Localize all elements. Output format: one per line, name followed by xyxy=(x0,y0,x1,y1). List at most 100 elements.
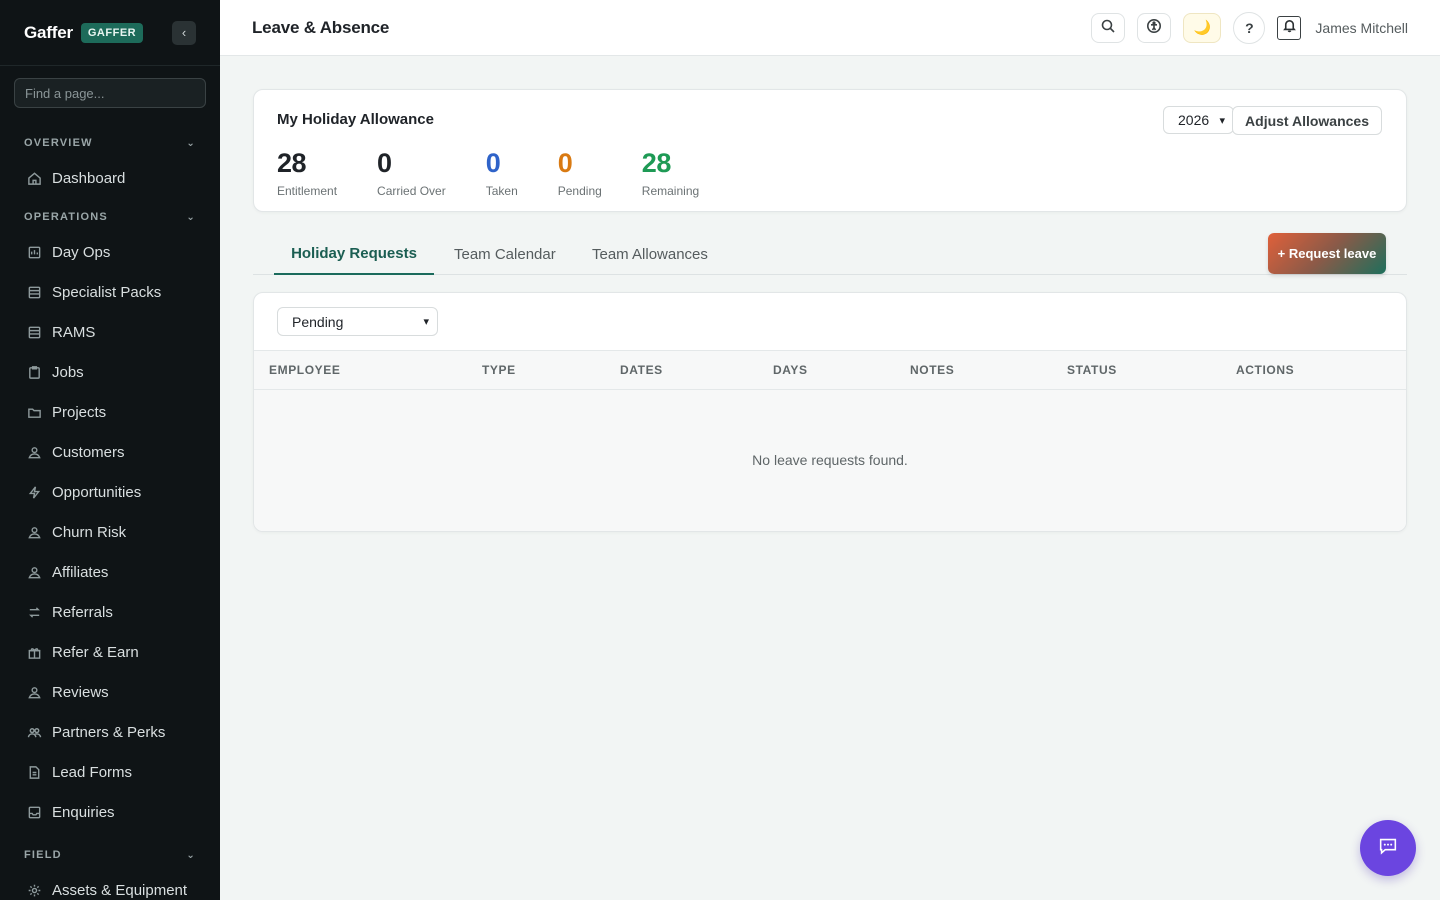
column-header-days[interactable]: DAYS xyxy=(773,351,808,389)
sidebar-item-label: Customers xyxy=(52,443,125,461)
chevron-down-icon: ⌄ xyxy=(186,849,196,861)
sidebar-item-affiliates[interactable]: Affiliates xyxy=(0,552,220,592)
column-header-actions[interactable]: ACTIONS xyxy=(1236,351,1294,389)
stat-remaining: 28 Remaining xyxy=(642,148,699,198)
stat-value: 0 xyxy=(557,148,573,178)
year-select[interactable]: 2026 ▾ xyxy=(1163,106,1234,134)
sidebar-item-label: Lead Forms xyxy=(52,763,133,781)
sidebar-item-projects[interactable]: Projects xyxy=(0,392,220,432)
sidebar-item-dashboard[interactable]: Dashboard xyxy=(0,158,220,198)
tab-team-allowances[interactable]: Team Allowances xyxy=(592,233,708,275)
accessibility-icon xyxy=(1146,18,1162,37)
column-header-dates[interactable]: DATES xyxy=(620,351,663,389)
sidebar-item-churn-risk[interactable]: Churn Risk xyxy=(0,512,220,552)
help-icon: ? xyxy=(1245,19,1254,36)
allowance-stats: 28 Entitlement 0 Carried Over 0 Taken 0 … xyxy=(277,148,739,198)
holiday-allowance-card: My Holiday Allowance 28 Entitlement 0 Ca… xyxy=(253,89,1407,212)
notifications-button[interactable] xyxy=(1277,15,1302,40)
stat-label: Entitlement xyxy=(277,184,338,198)
brand-badge: GAFFER xyxy=(80,22,144,43)
user-icon xyxy=(26,564,42,580)
section-overview: OVERVIEW ⌄ Dashboard xyxy=(0,132,220,198)
sidebar-item-label: Partners & Perks xyxy=(52,723,166,741)
help-button[interactable]: ? xyxy=(1233,11,1266,44)
column-header-status[interactable]: STATUS xyxy=(1067,351,1117,389)
section-title: OPERATIONS xyxy=(24,211,108,223)
sidebar-item-label: RAMS xyxy=(52,323,96,341)
section-field: FIELD ⌄ Assets & Equipment xyxy=(0,844,220,900)
chat-icon xyxy=(1377,835,1399,862)
page-search[interactable] xyxy=(14,78,206,108)
brand-header: Gaffer GAFFER ‹ xyxy=(0,0,220,66)
sidebar-item-label: Churn Risk xyxy=(52,523,127,541)
stat-value: 0 xyxy=(377,148,392,178)
sidebar-item-rams[interactable]: RAMS xyxy=(0,312,220,352)
pack-icon xyxy=(26,284,42,300)
column-header-notes[interactable]: NOTES xyxy=(910,351,954,389)
clipboard-icon xyxy=(26,364,42,380)
sidebar-item-day-ops[interactable]: Day Ops xyxy=(0,232,220,272)
chat-button[interactable] xyxy=(1360,820,1416,876)
tab-team-calendar[interactable]: Team Calendar xyxy=(454,233,556,275)
column-header-employee[interactable]: EMPLOYEE xyxy=(269,351,340,389)
home-icon xyxy=(26,170,42,186)
page-title: Leave & Absence xyxy=(252,17,390,37)
section-title: FIELD xyxy=(24,849,62,861)
user-icon xyxy=(26,524,42,540)
stat-carried-over: 0 Carried Over xyxy=(377,148,446,198)
leave-requests-card: Pending ▾ EMPLOYEE TYPE DATES DAYS NOTES… xyxy=(253,292,1407,532)
sidebar: Gaffer GAFFER ‹ OVERVIEW ⌄ Dashboard OPE… xyxy=(0,0,220,900)
accessibility-button[interactable] xyxy=(1137,12,1172,43)
sidebar-item-label: Opportunities xyxy=(52,483,142,501)
page-search-input[interactable] xyxy=(25,85,195,101)
sidebar-item-enquiries[interactable]: Enquiries xyxy=(0,792,220,832)
sidebar-item-label: Specialist Packs xyxy=(52,283,162,301)
tab-holiday-requests[interactable]: Holiday Requests xyxy=(274,233,434,275)
chevron-down-icon: ▾ xyxy=(1219,114,1225,127)
stat-label: Carried Over xyxy=(377,184,446,198)
sidebar-item-referrals[interactable]: Referrals xyxy=(0,592,220,632)
user-menu[interactable]: James Mitchell xyxy=(1315,20,1408,36)
sidebar-item-jobs[interactable]: Jobs xyxy=(0,352,220,392)
theme-toggle-button[interactable]: 🌙 xyxy=(1183,12,1222,43)
moon-icon: 🌙 xyxy=(1193,19,1212,35)
form-icon xyxy=(26,764,42,780)
status-filter-select[interactable]: Pending ▾ xyxy=(277,307,438,336)
inbox-icon xyxy=(26,804,42,820)
section-header-field[interactable]: FIELD ⌄ xyxy=(0,844,220,866)
brand-name: Gaffer xyxy=(24,22,73,42)
sidebar-item-label: Assets & Equipment xyxy=(52,881,188,899)
section-header-overview[interactable]: OVERVIEW ⌄ xyxy=(0,132,220,154)
section-header-operations[interactable]: OPERATIONS ⌄ xyxy=(0,206,220,228)
stat-pending: 0 Pending xyxy=(558,148,602,198)
sidebar-item-label: Jobs xyxy=(52,363,84,381)
stat-value: 28 xyxy=(641,148,672,178)
sidebar-item-refer-earn[interactable]: Refer & Earn xyxy=(0,632,220,672)
allowance-title: My Holiday Allowance xyxy=(277,111,434,128)
request-leave-button[interactable]: + Request leave xyxy=(1268,233,1386,274)
sidebar-item-lead-forms[interactable]: Lead Forms xyxy=(0,752,220,792)
adjust-allowances-button[interactable]: Adjust Allowances xyxy=(1232,106,1382,135)
sidebar-item-specialist-packs[interactable]: Specialist Packs xyxy=(0,272,220,312)
users-icon xyxy=(26,724,42,740)
column-header-type[interactable]: TYPE xyxy=(482,351,516,389)
chevron-down-icon: ▾ xyxy=(423,316,429,328)
sidebar-item-opportunities[interactable]: Opportunities xyxy=(0,472,220,512)
collapse-sidebar-button[interactable]: ‹ xyxy=(172,20,196,45)
gear-icon xyxy=(26,882,42,898)
search-button[interactable] xyxy=(1091,12,1126,43)
stat-entitlement: 28 Entitlement xyxy=(277,148,337,198)
sidebar-item-customers[interactable]: Customers xyxy=(0,432,220,472)
leave-tabs: Holiday Requests Team Calendar Team Allo… xyxy=(253,233,1407,275)
user-icon xyxy=(26,684,42,700)
sidebar-item-label: Enquiries xyxy=(52,803,115,821)
sidebar-item-label: Day Ops xyxy=(52,243,111,261)
stat-label: Remaining xyxy=(641,184,700,198)
gift-icon xyxy=(26,644,42,660)
sidebar-item-partners-perks[interactable]: Partners & Perks xyxy=(0,712,220,752)
folder-icon xyxy=(26,404,42,420)
sidebar-item-reviews[interactable]: Reviews xyxy=(0,672,220,712)
stat-value: 0 xyxy=(485,148,501,178)
sidebar-item-assets-equipment[interactable]: Assets & Equipment xyxy=(0,870,220,900)
status-filter-value: Pending xyxy=(292,313,344,330)
